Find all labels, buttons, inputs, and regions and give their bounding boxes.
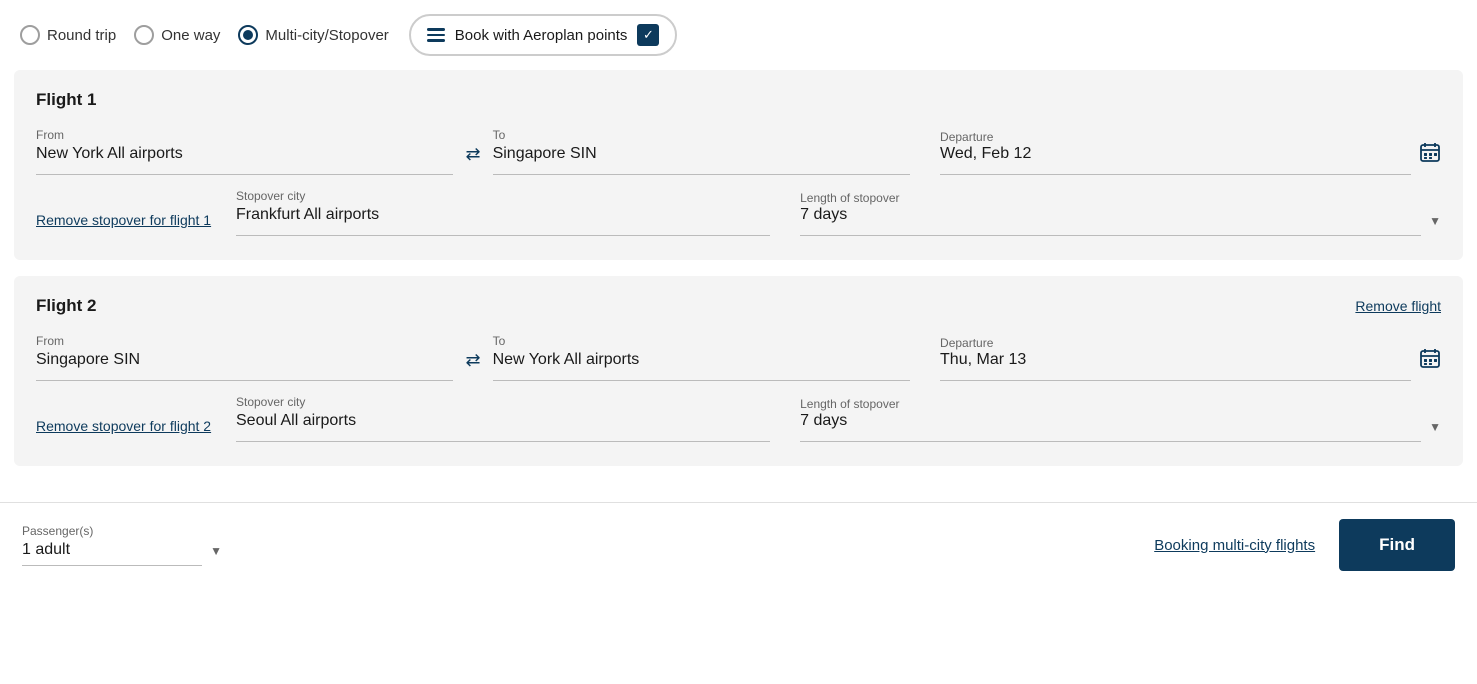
flight-2-from-group: From Singapore SIN xyxy=(36,334,453,381)
flight-2-length-label: Length of stopover xyxy=(800,397,899,411)
flight-1-from-value[interactable]: New York All airports xyxy=(36,145,453,175)
flight-1-departure-value[interactable]: Wed, Feb 12 xyxy=(940,145,1411,175)
flight-1-swap-icon[interactable]: ⇄ xyxy=(453,144,492,175)
flight-1-to-group: To Singapore SIN xyxy=(493,128,910,175)
round-trip-option[interactable]: Round trip xyxy=(20,25,116,45)
flight-1-from-label: From xyxy=(36,128,453,142)
flight-2-stopover-city-value[interactable]: Seoul All airports xyxy=(236,412,770,442)
flight-2-card: Flight 2 Remove flight From Singapore SI… xyxy=(14,276,1463,466)
flight-2-from-value[interactable]: Singapore SIN xyxy=(36,351,453,381)
passengers-group: Passenger(s) 1 adult ▼ xyxy=(22,524,222,566)
aeroplan-checkbox[interactable]: ✓ xyxy=(637,24,659,46)
flight-2-to-group: To New York All airports xyxy=(493,334,910,381)
flight-1-from-group: From New York All airports xyxy=(36,128,453,175)
flight-1-departure-label: Departure xyxy=(940,130,993,144)
multi-city-option[interactable]: Multi-city/Stopover xyxy=(238,25,388,45)
passengers-label: Passenger(s) xyxy=(22,524,222,538)
flight-1-departure-group: Departure Wed, Feb 12 xyxy=(940,128,1441,175)
flight-2-length-group: Length of stopover 7 days ▼ xyxy=(800,395,1441,442)
flight-2-departure-group: Departure Thu, Mar 13 xyxy=(940,334,1441,381)
flight-1-length-inner: Length of stopover 7 days xyxy=(800,189,1421,236)
flight-2-length-dropdown-arrow[interactable]: ▼ xyxy=(1421,420,1441,442)
flight-1-stopover-city-group: Stopover city Frankfurt All airports xyxy=(236,189,770,236)
flight-1-stopover-city-label: Stopover city xyxy=(236,189,770,203)
flight-1-main-row: From New York All airports ⇄ To Singapor… xyxy=(36,128,1441,175)
one-way-radio[interactable] xyxy=(134,25,154,45)
flight-2-departure-label: Departure xyxy=(940,336,993,350)
one-way-option[interactable]: One way xyxy=(134,25,220,45)
flight-2-remove-stopover-link[interactable]: Remove stopover for flight 2 xyxy=(36,418,236,442)
flight-1-to-value[interactable]: Singapore SIN xyxy=(493,145,910,175)
flight-2-main-row: From Singapore SIN ⇄ To New York All air… xyxy=(36,334,1441,381)
round-trip-radio[interactable] xyxy=(20,25,40,45)
flight-2-length-inner: Length of stopover 7 days xyxy=(800,395,1421,442)
top-bar: Round trip One way Multi-city/Stopover B… xyxy=(0,0,1477,70)
passengers-value[interactable]: 1 adult xyxy=(22,541,202,566)
aeroplan-button[interactable]: Book with Aeroplan points ✓ xyxy=(409,14,678,56)
flight-1-length-label: Length of stopover xyxy=(800,191,899,205)
multi-city-label: Multi-city/Stopover xyxy=(265,27,388,44)
flight-1-departure-inner: Departure Wed, Feb 12 xyxy=(940,128,1411,175)
passengers-inner: 1 adult ▼ xyxy=(22,541,222,566)
flight-2-departure-inner: Departure Thu, Mar 13 xyxy=(940,334,1411,381)
flight-1-length-group: Length of stopover 7 days ▼ xyxy=(800,189,1441,236)
multi-city-radio[interactable] xyxy=(238,25,258,45)
flight-2-to-label: To xyxy=(493,334,910,348)
flight-2-swap-icon[interactable]: ⇄ xyxy=(453,350,492,381)
flight-2-departure-value[interactable]: Thu, Mar 13 xyxy=(940,351,1411,381)
flight-2-stopover-city-label: Stopover city xyxy=(236,395,770,409)
flight-2-stopover-row: Remove stopover for flight 2 Stopover ci… xyxy=(36,395,1441,442)
aeroplan-label: Book with Aeroplan points xyxy=(455,27,628,44)
flight-2-title: Flight 2 xyxy=(36,296,1441,316)
flight-1-card: Flight 1 From New York All airports ⇄ To… xyxy=(14,70,1463,260)
flight-2-calendar-icon[interactable] xyxy=(1411,347,1441,381)
footer-bar: Passenger(s) 1 adult ▼ Booking multi-cit… xyxy=(0,502,1477,587)
flight-2-from-label: From xyxy=(36,334,453,348)
flight-1-title: Flight 1 xyxy=(36,90,1441,110)
flight-1-stopover-city-value[interactable]: Frankfurt All airports xyxy=(236,206,770,236)
flight-1-to-label: To xyxy=(493,128,910,142)
flight-1-stopover-row: Remove stopover for flight 1 Stopover ci… xyxy=(36,189,1441,236)
round-trip-label: Round trip xyxy=(47,27,116,44)
find-button[interactable]: Find xyxy=(1339,519,1455,571)
flight-2-stopover-city-group: Stopover city Seoul All airports xyxy=(236,395,770,442)
main-content: Flight 1 From New York All airports ⇄ To… xyxy=(0,70,1477,502)
flight-1-remove-stopover-link[interactable]: Remove stopover for flight 1 xyxy=(36,212,236,236)
footer-right: Booking multi-city flights Find xyxy=(1154,519,1455,571)
flight-1-length-value[interactable]: 7 days xyxy=(800,206,1421,236)
passengers-dropdown-arrow[interactable]: ▼ xyxy=(202,544,222,564)
flight-1-length-dropdown-arrow[interactable]: ▼ xyxy=(1421,214,1441,236)
flight-2-to-value[interactable]: New York All airports xyxy=(493,351,910,381)
one-way-label: One way xyxy=(161,27,220,44)
flight-1-calendar-icon[interactable] xyxy=(1411,141,1441,175)
booking-multi-city-link[interactable]: Booking multi-city flights xyxy=(1154,537,1315,554)
aeroplan-lines-icon xyxy=(427,28,445,42)
flight-2-remove-flight-link[interactable]: Remove flight xyxy=(1355,298,1441,314)
flight-2-length-value[interactable]: 7 days xyxy=(800,412,1421,442)
trip-type-radio-group: Round trip One way Multi-city/Stopover xyxy=(20,25,389,45)
